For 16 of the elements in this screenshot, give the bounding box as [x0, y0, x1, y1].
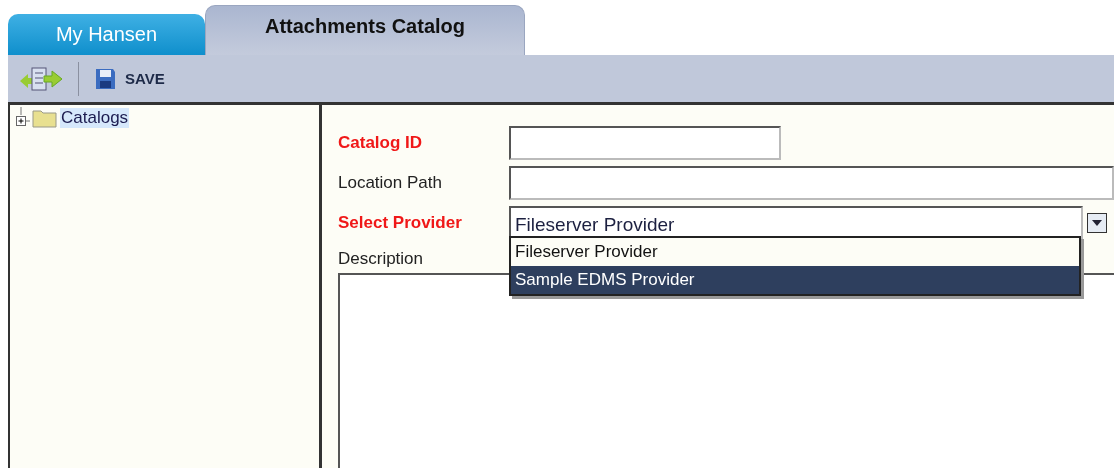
- save-button[interactable]: SAVE: [93, 66, 165, 91]
- input-field[interactable]: [509, 166, 1114, 200]
- caret-icon: [1092, 220, 1102, 226]
- field-label: Location Path: [338, 173, 443, 193]
- tab[interactable]: Attachments Catalog: [205, 5, 525, 55]
- description-field[interactable]: [338, 273, 1114, 468]
- dropdown-option[interactable]: Sample EDMS Provider: [511, 266, 1079, 294]
- field-label: Description: [338, 249, 425, 269]
- expand-icon[interactable]: [14, 107, 30, 129]
- dropdown-option[interactable]: Fileserver Provider: [511, 238, 1079, 266]
- tree-item[interactable]: Catalogs: [60, 108, 130, 128]
- field-label: Catalog ID: [338, 133, 424, 153]
- field-label: Select Provider: [338, 213, 463, 233]
- dropdown-button[interactable]: [1087, 213, 1107, 233]
- folder-icon: [32, 108, 58, 128]
- input-field[interactable]: [509, 126, 781, 160]
